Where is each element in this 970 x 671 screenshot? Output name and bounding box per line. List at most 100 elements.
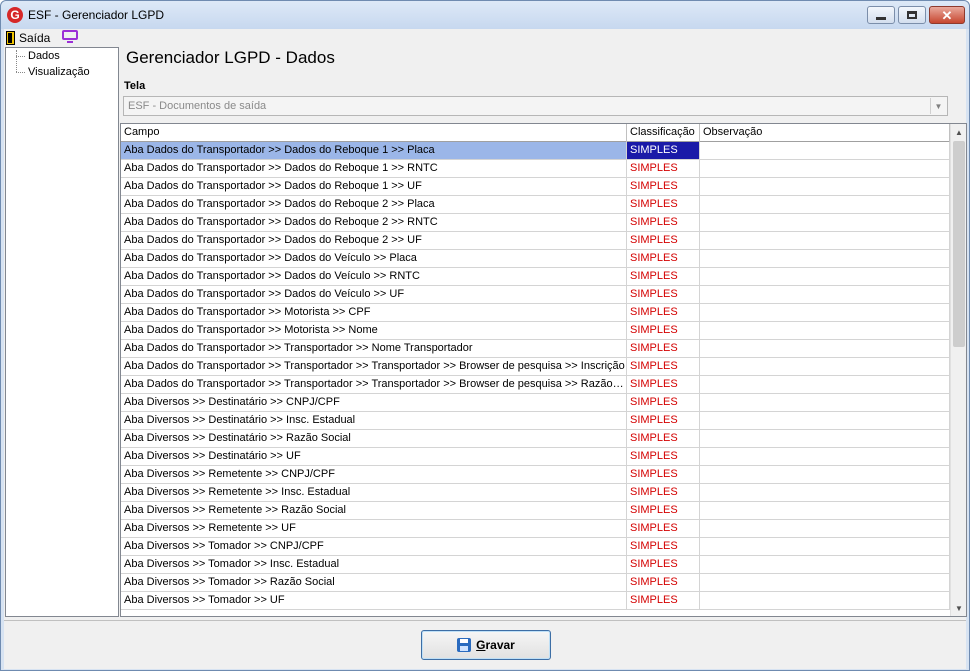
cell-observacao[interactable] (700, 466, 950, 483)
cell-campo[interactable]: Aba Diversos >> Destinatário >> Razão So… (121, 430, 627, 447)
cell-observacao[interactable] (700, 142, 950, 159)
cell-campo[interactable]: Aba Diversos >> Remetente >> UF (121, 520, 627, 537)
cell-observacao[interactable] (700, 178, 950, 195)
cell-classificacao[interactable]: SIMPLES (627, 142, 700, 159)
cell-classificacao[interactable]: SIMPLES (627, 448, 700, 465)
table-row[interactable]: Aba Diversos >> Tomador >> Insc. Estadua… (121, 556, 950, 574)
tree-item-dados[interactable]: Dados (6, 48, 118, 64)
table-row[interactable]: Aba Diversos >> Destinatário >> CNPJ/CPF… (121, 394, 950, 412)
table-row[interactable]: Aba Dados do Transportador >> Dados do R… (121, 232, 950, 250)
cell-classificacao[interactable]: SIMPLES (627, 484, 700, 501)
cell-campo[interactable]: Aba Dados do Transportador >> Transporta… (121, 340, 627, 357)
table-row[interactable]: Aba Dados do Transportador >> Transporta… (121, 358, 950, 376)
cell-classificacao[interactable]: SIMPLES (627, 412, 700, 429)
cell-observacao[interactable] (700, 160, 950, 177)
cell-campo[interactable]: Aba Diversos >> Tomador >> Razão Social (121, 574, 627, 591)
table-row[interactable]: Aba Dados do Transportador >> Dados do R… (121, 196, 950, 214)
cell-observacao[interactable] (700, 322, 950, 339)
table-row[interactable]: Aba Dados do Transportador >> Dados do V… (121, 250, 950, 268)
table-row[interactable]: Aba Dados do Transportador >> Motorista … (121, 322, 950, 340)
cell-classificacao[interactable]: SIMPLES (627, 286, 700, 303)
cell-classificacao[interactable]: SIMPLES (627, 160, 700, 177)
cell-campo[interactable]: Aba Dados do Transportador >> Dados do R… (121, 214, 627, 231)
tela-select[interactable]: ESF - Documentos de saída ▼ (123, 96, 948, 116)
cell-observacao[interactable] (700, 520, 950, 537)
cell-campo[interactable]: Aba Dados do Transportador >> Motorista … (121, 322, 627, 339)
cell-observacao[interactable] (700, 268, 950, 285)
cell-observacao[interactable] (700, 232, 950, 249)
maximize-button[interactable] (898, 6, 926, 24)
cell-observacao[interactable] (700, 538, 950, 555)
cell-classificacao[interactable]: SIMPLES (627, 466, 700, 483)
cell-classificacao[interactable]: SIMPLES (627, 376, 700, 393)
cell-classificacao[interactable]: SIMPLES (627, 556, 700, 573)
header-campo[interactable]: Campo (121, 124, 627, 142)
cell-campo[interactable]: Aba Diversos >> Tomador >> Insc. Estadua… (121, 556, 627, 573)
cell-campo[interactable]: Aba Dados do Transportador >> Dados do R… (121, 196, 627, 213)
cell-observacao[interactable] (700, 592, 950, 609)
cell-campo[interactable]: Aba Dados do Transportador >> Motorista … (121, 304, 627, 321)
cell-observacao[interactable] (700, 574, 950, 591)
cell-campo[interactable]: Aba Dados do Transportador >> Transporta… (121, 376, 627, 393)
cell-observacao[interactable] (700, 250, 950, 267)
cell-campo[interactable]: Aba Dados do Transportador >> Dados do R… (121, 178, 627, 195)
table-row[interactable]: Aba Dados do Transportador >> Transporta… (121, 376, 950, 394)
title-bar[interactable]: G ESF - Gerenciador LGPD ✕ (1, 1, 969, 29)
cell-campo[interactable]: Aba Diversos >> Remetente >> CNPJ/CPF (121, 466, 627, 483)
table-row[interactable]: Aba Diversos >> Remetente >> CNPJ/CPF SIM… (121, 466, 950, 484)
cell-observacao[interactable] (700, 448, 950, 465)
cell-campo[interactable]: Aba Dados do Transportador >> Dados do V… (121, 268, 627, 285)
table-row[interactable]: Aba Diversos >> Destinatário >> UF SIMPLE… (121, 448, 950, 466)
cell-campo[interactable]: Aba Diversos >> Destinatário >> CNPJ/CPF (121, 394, 627, 411)
cell-classificacao[interactable]: SIMPLES (627, 322, 700, 339)
cell-campo[interactable]: Aba Dados do Transportador >> Dados do R… (121, 232, 627, 249)
cell-campo[interactable]: Aba Diversos >> Remetente >> Razão Socia… (121, 502, 627, 519)
table-row[interactable]: Aba Diversos >> Destinatário >> Razão So… (121, 430, 950, 448)
table-row[interactable]: Aba Dados do Transportador >> Dados do V… (121, 268, 950, 286)
cell-observacao[interactable] (700, 430, 950, 447)
table-row[interactable]: Aba Diversos >> Remetente >> UF SIMPLES (121, 520, 950, 538)
table-row[interactable]: Aba Diversos >> Tomador >> Razão Social S… (121, 574, 950, 592)
cell-observacao[interactable] (700, 502, 950, 519)
scroll-thumb[interactable] (953, 141, 965, 347)
table-row[interactable]: Aba Diversos >> Tomador >> CNPJ/CPF SIMPL… (121, 538, 950, 556)
cell-classificacao[interactable]: SIMPLES (627, 592, 700, 609)
cell-campo[interactable]: Aba Diversos >> Destinatário >> Insc. Es… (121, 412, 627, 429)
cell-observacao[interactable] (700, 358, 950, 375)
cell-observacao[interactable] (700, 286, 950, 303)
cell-campo[interactable]: Aba Diversos >> Destinatário >> UF (121, 448, 627, 465)
cell-classificacao[interactable]: SIMPLES (627, 358, 700, 375)
cell-campo[interactable]: Aba Diversos >> Tomador >> CNPJ/CPF (121, 538, 627, 555)
table-row[interactable]: Aba Dados do Transportador >> Transporta… (121, 340, 950, 358)
cell-classificacao[interactable]: SIMPLES (627, 268, 700, 285)
cell-observacao[interactable] (700, 556, 950, 573)
cell-campo[interactable]: Aba Diversos >> Remetente >> Insc. Estad… (121, 484, 627, 501)
cell-classificacao[interactable]: SIMPLES (627, 574, 700, 591)
cell-campo[interactable]: Aba Dados do Transportador >> Transporta… (121, 358, 627, 375)
cell-observacao[interactable] (700, 196, 950, 213)
cell-classificacao[interactable]: SIMPLES (627, 304, 700, 321)
table-row[interactable]: Aba Dados do Transportador >> Dados do R… (121, 178, 950, 196)
table-row[interactable]: Aba Diversos >> Remetente >> Insc. Estad… (121, 484, 950, 502)
cell-classificacao[interactable]: SIMPLES (627, 538, 700, 555)
table-row[interactable]: Aba Diversos >> Destinatário >> Insc. Es… (121, 412, 950, 430)
cell-classificacao[interactable]: SIMPLES (627, 394, 700, 411)
cell-classificacao[interactable]: SIMPLES (627, 232, 700, 249)
scroll-down-icon[interactable]: ▼ (951, 600, 966, 616)
cell-campo[interactable]: Aba Dados do Transportador >> Dados do R… (121, 142, 627, 159)
table-row[interactable]: Aba Dados do Transportador >> Dados do V… (121, 286, 950, 304)
cell-observacao[interactable] (700, 394, 950, 411)
table-row[interactable]: Aba Dados do Transportador >> Dados do R… (121, 160, 950, 178)
cell-classificacao[interactable]: SIMPLES (627, 178, 700, 195)
cell-observacao[interactable] (700, 340, 950, 357)
scroll-up-icon[interactable]: ▲ (951, 124, 966, 140)
minimize-button[interactable] (867, 6, 895, 24)
cell-classificacao[interactable]: SIMPLES (627, 250, 700, 267)
cell-classificacao[interactable]: SIMPLES (627, 502, 700, 519)
cell-campo[interactable]: Aba Dados do Transportador >> Dados do V… (121, 286, 627, 303)
cell-observacao[interactable] (700, 376, 950, 393)
table-row[interactable]: Aba Dados do Transportador >> Motorista … (121, 304, 950, 322)
table-row[interactable]: Aba Dados do Transportador >> Dados do R… (121, 214, 950, 232)
close-button[interactable]: ✕ (929, 6, 965, 24)
header-observacao[interactable]: Observação (700, 124, 950, 142)
